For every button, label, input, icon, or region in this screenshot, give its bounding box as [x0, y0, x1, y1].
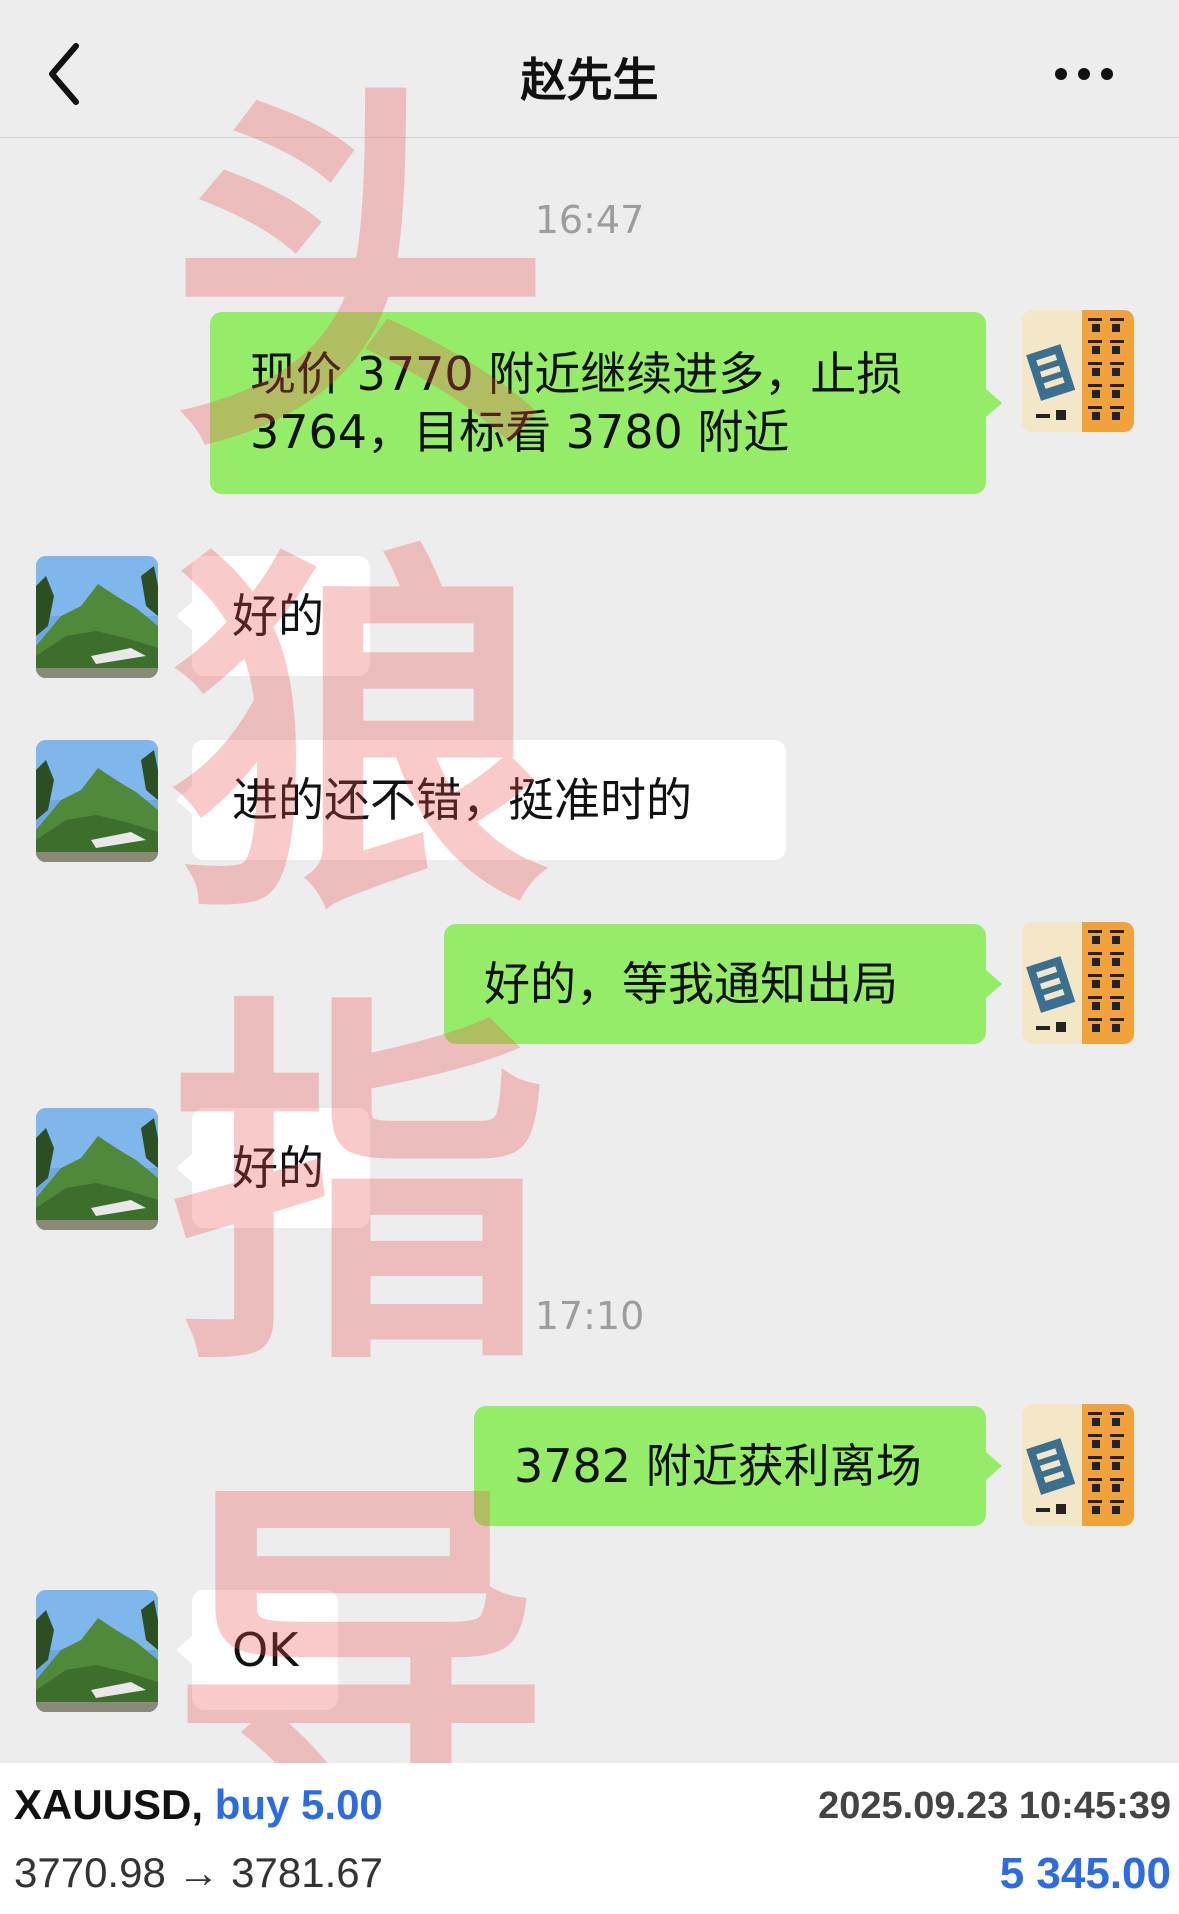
contact-avatar[interactable] [36, 1590, 158, 1712]
message-text: 好的 [232, 1141, 324, 1195]
mountain-landscape-avatar-icon [36, 1108, 158, 1230]
message-text-line: 现价 3770 附近继续进多，止损 [250, 347, 903, 401]
chat-title: 赵先生 [520, 53, 659, 107]
calligraphy-avatar-icon [1022, 1404, 1134, 1526]
message-text: 3782 附近获利离场 [514, 1439, 922, 1493]
contact-avatar[interactable] [36, 740, 158, 862]
message-text: OK [232, 1623, 299, 1677]
self-avatar[interactable] [1022, 1404, 1134, 1526]
contact-avatar[interactable] [36, 1108, 158, 1230]
message-bubble-incoming[interactable]: 进的还不错，挺准时的 [176, 740, 786, 860]
message-bubble-incoming[interactable]: OK [176, 1590, 338, 1710]
trade-symbol: XAUUSD, [14, 1781, 204, 1828]
timestamp: 16:47 [534, 198, 645, 242]
contact-avatar[interactable] [36, 556, 158, 678]
chat-header: 赵先生 [0, 0, 1179, 138]
message-text: 进的还不错，挺准时的 [232, 773, 692, 827]
message-bubble-incoming[interactable]: 好的 [176, 1108, 370, 1228]
message-bubble-outgoing[interactable]: 现价 3770 附近继续进多，止损 3764，目标看 3780 附近 [210, 312, 1002, 494]
self-avatar[interactable] [1022, 922, 1134, 1044]
message-bubble-incoming[interactable]: 好的 [176, 556, 370, 676]
message-text-line: 3764，目标看 3780 附近 [250, 405, 790, 459]
mountain-landscape-avatar-icon [36, 556, 158, 678]
calligraphy-avatar-icon [1022, 922, 1134, 1044]
trade-symbol-line: XAUUSD, buy 5.00 [14, 1781, 383, 1829]
more-dots-icon[interactable] [1049, 50, 1119, 98]
trade-record: XAUUSD, buy 5.00 3770.98 → 3781.67 2025.… [0, 1763, 1179, 1914]
message-bubble-outgoing[interactable]: 好的，等我通知出局 [444, 924, 1002, 1044]
trade-prices: 3770.98 → 3781.67 [14, 1849, 383, 1896]
trade-profit: 5 345.00 [999, 1849, 1171, 1898]
message-bubble-outgoing[interactable]: 3782 附近获利离场 [474, 1406, 1002, 1526]
trade-side: buy 5.00 [214, 1781, 383, 1828]
mountain-landscape-avatar-icon [36, 1590, 158, 1712]
message-text: 好的，等我通知出局 [484, 957, 898, 1011]
self-avatar[interactable] [1022, 310, 1134, 432]
trade-datetime: 2025.09.23 10:45:39 [818, 1785, 1171, 1827]
message-text: 好的 [232, 589, 324, 643]
mountain-landscape-avatar-icon [36, 740, 158, 862]
calligraphy-avatar-icon [1022, 310, 1134, 432]
timestamp: 17:10 [534, 1294, 645, 1338]
